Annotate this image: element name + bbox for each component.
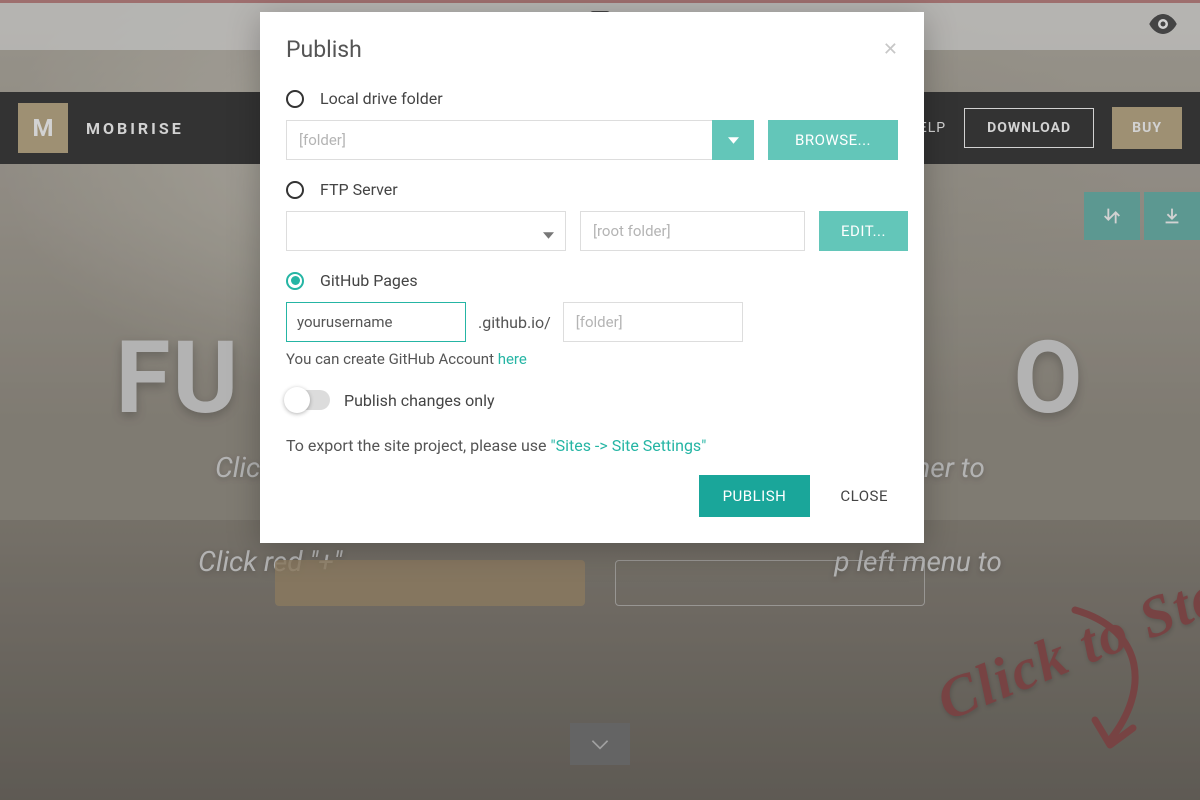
github-hint: You can create GitHub Account here [286,350,898,368]
sites-settings-link[interactable]: "Sites -> Site Settings" [550,436,706,455]
ftp-root-folder-input[interactable] [580,211,805,251]
local-folder-group [286,120,754,160]
radio-local-label: Local drive folder [320,89,443,108]
ftp-server-select[interactable] [286,211,566,251]
changes-only-toggle[interactable] [286,390,330,410]
modal-title: Publish [286,36,362,63]
close-button[interactable]: CLOSE [830,487,898,505]
edit-button[interactable]: EDIT... [819,211,908,251]
radio-icon [286,90,304,108]
github-domain: .github.io/ [478,313,551,332]
github-username-input[interactable] [286,302,466,342]
close-icon[interactable]: ✕ [883,39,898,60]
publish-modal: Publish ✕ Local drive folder BROWSE... F… [260,12,924,543]
radio-github[interactable]: GitHub Pages [286,271,898,290]
radio-github-label: GitHub Pages [320,271,418,290]
radio-local[interactable]: Local drive folder [286,89,898,108]
chevron-down-icon [543,226,554,245]
radio-ftp-label: FTP Server [320,180,398,199]
radio-ftp[interactable]: FTP Server [286,180,898,199]
github-folder-input[interactable] [563,302,743,342]
local-folder-caret[interactable] [712,120,754,160]
github-create-link[interactable]: here [498,350,527,368]
radio-icon [286,181,304,199]
publish-button[interactable]: PUBLISH [699,475,811,517]
export-note: To export the site project, please use "… [286,436,898,455]
browse-button[interactable]: BROWSE... [768,120,898,160]
changes-only-label: Publish changes only [344,391,495,410]
radio-icon-selected [286,272,304,290]
local-folder-input[interactable] [286,120,712,160]
